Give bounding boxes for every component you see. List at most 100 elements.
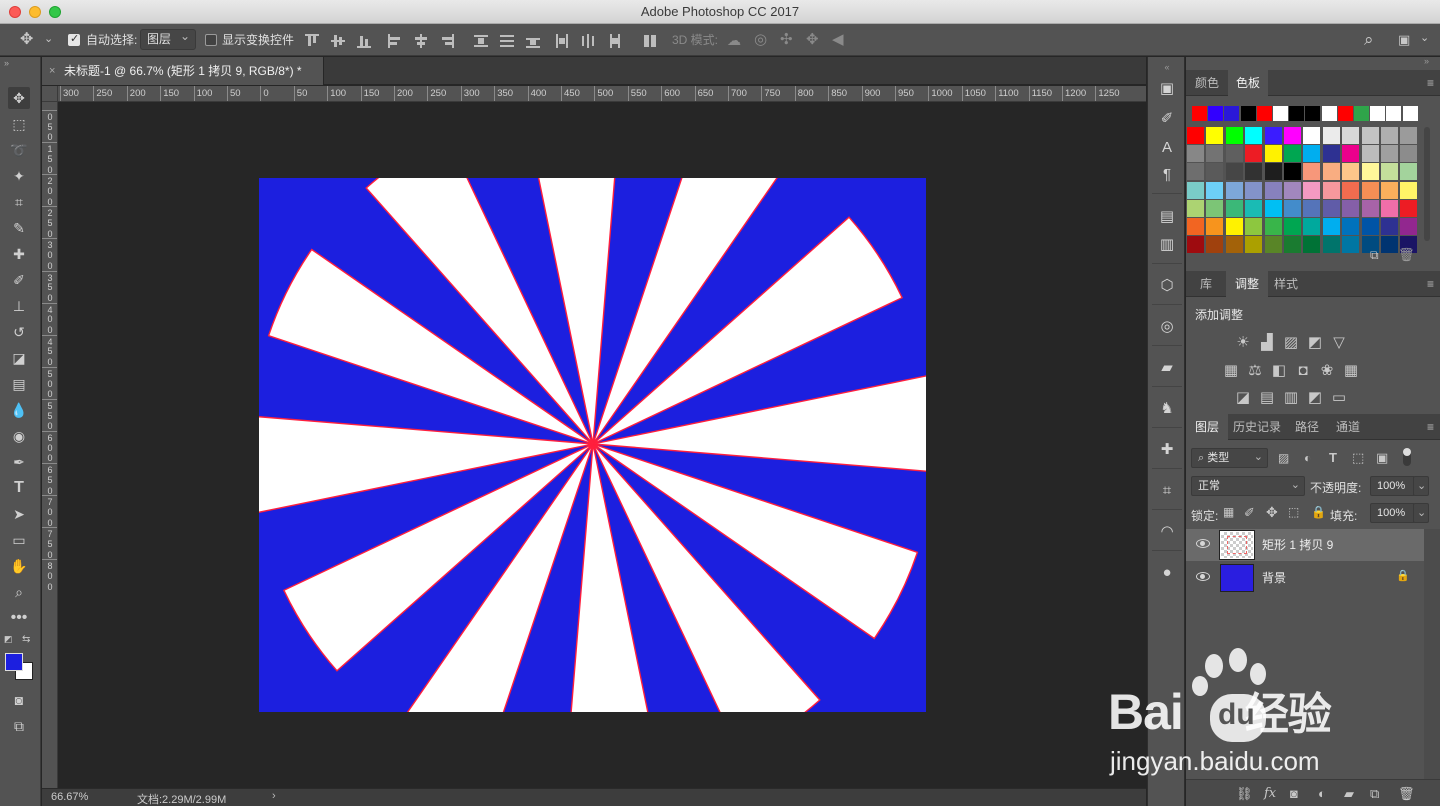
recent-swatch[interactable] xyxy=(1402,106,1418,121)
swatch[interactable] xyxy=(1303,199,1321,217)
filter-shape-icon[interactable]: ⬚ xyxy=(1352,451,1364,464)
distribute-vcenter-icon[interactable] xyxy=(500,34,514,48)
brightness-icon[interactable]: ☀ xyxy=(1234,335,1252,350)
distribute-top-icon[interactable] xyxy=(474,34,488,48)
swatch[interactable] xyxy=(1361,199,1379,217)
fill-input[interactable]: 100% xyxy=(1370,503,1414,523)
tab-libraries[interactable]: 库 xyxy=(1186,271,1226,297)
swatch[interactable] xyxy=(1264,236,1282,254)
swatch[interactable] xyxy=(1284,145,1301,163)
exposure-icon[interactable]: ◩ xyxy=(1306,335,1324,350)
recent-swatch[interactable] xyxy=(1321,106,1337,121)
status-menu-chevron-icon[interactable]: › xyxy=(272,790,276,802)
recent-swatch[interactable] xyxy=(1370,106,1386,121)
lock-position-icon[interactable]: ✥ xyxy=(1266,505,1278,519)
gradient-tool-icon[interactable]: ▤ xyxy=(8,373,30,395)
swatch[interactable] xyxy=(1342,127,1360,144)
blur-tool-icon[interactable]: 💧 xyxy=(8,399,30,421)
swatch[interactable] xyxy=(1225,236,1243,254)
lock-image-icon[interactable]: ✐ xyxy=(1244,506,1255,519)
info-panel-icon[interactable]: ▥ xyxy=(1157,235,1177,255)
fill-slider-toggle[interactable]: ⌄ xyxy=(1413,503,1429,523)
eyedropper-tool-icon[interactable]: ✎ xyxy=(8,217,30,239)
move-tool-icon[interactable]: ✥ xyxy=(8,87,30,109)
invert-icon[interactable]: ◪ xyxy=(1234,390,1252,405)
align-bottom-icon[interactable] xyxy=(357,34,371,48)
delete-layer-icon[interactable]: 🗑 xyxy=(1398,786,1415,802)
swatch[interactable] xyxy=(1381,145,1398,163)
link-layers-icon[interactable]: ⛓ xyxy=(1236,786,1253,802)
swatch[interactable] xyxy=(1187,181,1204,199)
layer-name[interactable]: 矩形 1 拷贝 9 xyxy=(1262,529,1333,561)
swatch[interactable] xyxy=(1206,181,1224,199)
align-vcenter-icon[interactable] xyxy=(331,34,345,48)
tab-history[interactable]: 历史记录 xyxy=(1228,414,1286,440)
swatch[interactable] xyxy=(1342,145,1360,163)
layer-visibility-eye-icon[interactable] xyxy=(1196,572,1210,581)
swatch[interactable] xyxy=(1187,145,1204,163)
horizontal-ruler[interactable]: 300 250 200 150 100 50 0 50 100 150 200 250 300 350 40… xyxy=(58,86,1146,102)
swatch[interactable] xyxy=(1303,181,1321,199)
opacity-slider-toggle[interactable]: ⌄ xyxy=(1413,476,1429,496)
layer-filter-dropdown[interactable]: ⌕ 类型 ⌄ xyxy=(1191,448,1268,468)
recent-swatch[interactable] xyxy=(1208,106,1224,121)
swatch[interactable] xyxy=(1400,181,1418,199)
layer-name[interactable]: 背景 xyxy=(1262,562,1286,594)
distribute-hcenter-icon[interactable] xyxy=(581,34,595,48)
vibrance-icon[interactable]: ▽ xyxy=(1330,335,1348,350)
history-brush-tool-icon[interactable]: ↺ xyxy=(8,321,30,343)
rectangle-tool-icon[interactable]: ▭ xyxy=(8,529,30,551)
swatch[interactable] xyxy=(1361,218,1379,235)
swatch[interactable] xyxy=(1400,199,1418,217)
threshold-icon[interactable]: ▥ xyxy=(1282,390,1300,405)
swatch[interactable] xyxy=(1400,127,1418,144)
swatch[interactable] xyxy=(1303,127,1321,144)
swatch[interactable] xyxy=(1225,145,1243,163)
layer-thumbnail[interactable] xyxy=(1220,564,1254,592)
paragraph-panel-icon[interactable]: ¶ xyxy=(1157,165,1177,185)
filter-toggle-switch[interactable] xyxy=(1403,448,1411,466)
swatch[interactable] xyxy=(1303,236,1321,254)
align-top-icon[interactable] xyxy=(305,34,319,48)
swatch[interactable] xyxy=(1284,163,1301,181)
swatch[interactable] xyxy=(1322,163,1340,181)
recent-swatch[interactable] xyxy=(1337,106,1353,121)
swatch[interactable] xyxy=(1206,163,1224,181)
crop-panel-icon[interactable]: ⌗ xyxy=(1157,481,1177,501)
hand-tool-icon[interactable]: ✋ xyxy=(8,555,30,577)
tab-layers[interactable]: 图层 xyxy=(1186,414,1228,440)
color-balance-icon[interactable]: ⚖ xyxy=(1246,363,1264,378)
hue-saturation-icon[interactable]: ▦ xyxy=(1222,363,1240,378)
show-transform-checkbox[interactable] xyxy=(205,34,217,46)
lock-artboard-icon[interactable]: ⬚ xyxy=(1288,506,1299,518)
swatch[interactable] xyxy=(1400,163,1418,181)
tab-paths[interactable]: 路径 xyxy=(1286,414,1328,440)
more-tools-icon[interactable]: ••• xyxy=(8,607,30,629)
swatch[interactable] xyxy=(1303,218,1321,235)
swatch[interactable] xyxy=(1206,218,1224,235)
swatch[interactable] xyxy=(1342,163,1360,181)
gradient-map-icon[interactable]: ▭ xyxy=(1330,390,1348,405)
posterize-icon[interactable]: ▤ xyxy=(1258,390,1276,405)
recent-swatch[interactable] xyxy=(1386,106,1402,121)
swatch[interactable] xyxy=(1264,199,1282,217)
healing-brush-tool-icon[interactable]: ✚ xyxy=(8,243,30,265)
auto-align-icon[interactable] xyxy=(643,34,657,48)
swatch-scrollbar[interactable] xyxy=(1424,127,1430,241)
tab-swatches[interactable]: 色板 xyxy=(1228,70,1268,96)
add-mask-icon[interactable]: ◙ xyxy=(1290,786,1298,801)
swatch[interactable] xyxy=(1206,236,1224,254)
swatch[interactable] xyxy=(1245,163,1263,181)
swatches-panel-menu-icon[interactable]: ≡ xyxy=(1427,77,1434,89)
new-swatch-icon[interactable]: ⧉ xyxy=(1370,249,1379,261)
swatch[interactable] xyxy=(1381,163,1398,181)
workspace-icon[interactable]: ▣ xyxy=(1398,33,1410,46)
recent-swatch[interactable] xyxy=(1240,106,1256,121)
swatch[interactable] xyxy=(1187,163,1204,181)
swatch[interactable] xyxy=(1245,199,1263,217)
document-canvas[interactable] xyxy=(259,178,926,712)
swatch[interactable] xyxy=(1225,181,1243,199)
swatch[interactable] xyxy=(1322,127,1340,144)
tab-styles[interactable]: 样式 xyxy=(1268,271,1304,297)
panels-collapse-icon[interactable]: » xyxy=(1424,57,1429,66)
